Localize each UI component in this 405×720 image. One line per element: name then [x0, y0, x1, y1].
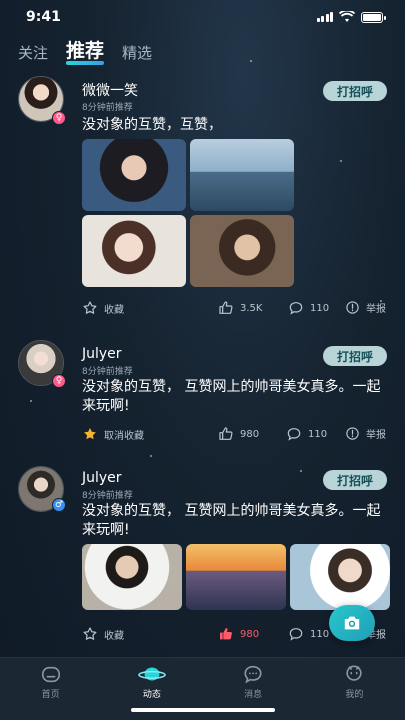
comment-icon — [289, 302, 303, 315]
user-name[interactable]: 微微一笑 — [82, 80, 138, 100]
nav-profile-label: 我的 — [345, 690, 364, 700]
comment-icon — [289, 628, 303, 641]
like-count: 980 — [240, 428, 260, 440]
post-photo[interactable] — [82, 544, 182, 610]
greet-button[interactable]: 打招呼 — [323, 470, 387, 490]
feed-list[interactable]: ♀ 微微一笑 8分钟前推荐 打招呼 没对象的互赞，互赞， 收藏 3.5K 110… — [0, 72, 405, 657]
thumbs-up-icon — [219, 301, 233, 314]
post-time: 8分钟前推荐 — [82, 367, 133, 377]
comment-count: 110 — [310, 628, 330, 640]
post-card: ♀ Julyer 8分钟前推荐 打招呼 没对象的互赞， 互赞网上的帅哥美女真多。… — [0, 338, 405, 458]
status-bar: 9:41 — [0, 0, 405, 34]
status-icons — [316, 11, 386, 23]
tab-featured[interactable]: 精选 — [122, 42, 152, 63]
post-actions: 收藏 3.5K 110 举报 — [82, 300, 387, 318]
battery-icon — [361, 11, 386, 23]
tab-following[interactable]: 关注 — [18, 42, 48, 63]
comment-count: 110 — [308, 428, 328, 440]
female-gender-icon: ♀ — [52, 111, 66, 125]
report-button[interactable]: 举报 — [345, 300, 386, 315]
comment-button[interactable]: 110 — [286, 426, 327, 442]
star-outline-icon — [83, 301, 97, 314]
post-photo[interactable] — [290, 544, 390, 610]
post-time: 8分钟前推荐 — [82, 491, 133, 501]
nav-moments-label: 动态 — [142, 690, 161, 700]
nav-messages-label: 消息 — [244, 690, 263, 700]
post-card: ♀ 微微一笑 8分钟前推荐 打招呼 没对象的互赞，互赞， 收藏 3.5K 110… — [0, 72, 405, 327]
camera-icon — [344, 616, 360, 630]
favorite-button[interactable]: 收藏 — [82, 300, 124, 316]
report-label: 举报 — [366, 304, 386, 315]
post-photo[interactable] — [82, 215, 186, 287]
report-label: 举报 — [366, 430, 386, 441]
nav-home-label: 首页 — [41, 690, 60, 700]
home-icon — [41, 666, 60, 683]
comment-button[interactable]: 110 — [288, 300, 329, 316]
post-photo[interactable] — [82, 139, 186, 211]
favorite-button[interactable]: 取消收藏 — [82, 426, 144, 442]
post-actions: 取消收藏 980 110 举报 — [82, 426, 387, 444]
status-time: 9:41 — [26, 9, 61, 25]
message-icon — [244, 665, 262, 684]
alert-circle-icon — [346, 427, 359, 440]
like-button[interactable]: 3.5K — [218, 300, 262, 316]
thumbs-up-icon — [219, 427, 233, 440]
comment-button[interactable]: 110 — [288, 626, 329, 642]
feed-tabs: 关注 推荐 精选 — [18, 36, 152, 65]
greet-button[interactable]: 打招呼 — [323, 346, 387, 366]
favorite-label: 收藏 — [104, 304, 124, 316]
alert-circle-icon — [346, 301, 359, 314]
post-content: 没对象的互赞， 互赞网上的帅哥美女真多。一起来玩啊! — [82, 379, 381, 414]
greet-button[interactable]: 打招呼 — [323, 81, 387, 101]
comment-count: 110 — [310, 302, 330, 314]
tab-recommended[interactable]: 推荐 — [66, 36, 105, 65]
post-photo[interactable] — [190, 139, 294, 211]
nav-home[interactable]: 首页 — [0, 658, 101, 720]
post-content: 没对象的互赞，互赞， — [82, 117, 222, 133]
like-count: 3.5K — [240, 302, 263, 314]
like-button[interactable]: 980 — [218, 426, 259, 442]
like-count: 980 — [240, 628, 260, 640]
female-gender-icon: ♀ — [52, 374, 66, 388]
wifi-icon — [339, 11, 355, 22]
cellular-signal-icon — [316, 12, 333, 22]
nav-profile[interactable]: 我的 — [304, 658, 405, 720]
favorite-label: 取消收藏 — [104, 430, 144, 442]
like-button[interactable]: 980 — [218, 626, 259, 642]
post-photo[interactable] — [190, 215, 294, 287]
home-indicator — [130, 708, 275, 712]
profile-icon — [346, 665, 363, 681]
active-tab-indicator — [66, 61, 105, 65]
tab-recommended-label: 推荐 — [66, 40, 105, 62]
user-name[interactable]: Julyer — [82, 346, 122, 362]
star-outline-icon — [83, 627, 97, 640]
camera-post-button[interactable] — [329, 605, 375, 641]
report-button[interactable]: 举报 — [345, 426, 386, 441]
favorite-label: 收藏 — [104, 630, 124, 642]
male-gender-icon: ♂ — [52, 498, 66, 512]
favorite-button[interactable]: 收藏 — [82, 626, 124, 642]
user-name[interactable]: Julyer — [82, 470, 122, 486]
comment-icon — [287, 428, 301, 441]
post-photo[interactable] — [186, 544, 286, 610]
post-content: 没对象的互赞， 互赞网上的帅哥美女真多。一起来玩啊! — [82, 503, 381, 538]
planet-icon — [138, 667, 166, 681]
star-filled-icon — [84, 428, 96, 440]
thumbs-up-filled-icon — [220, 628, 232, 640]
post-time: 8分钟前推荐 — [82, 103, 133, 113]
